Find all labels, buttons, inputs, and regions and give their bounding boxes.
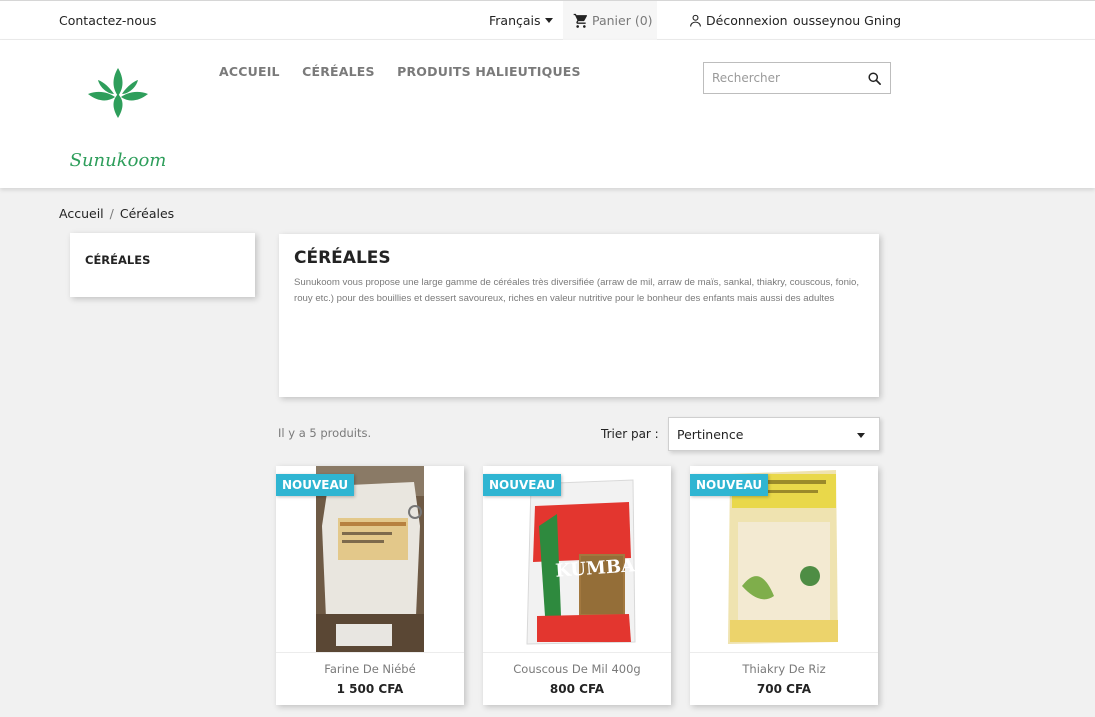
product-name[interactable]: Farine De Niébé	[276, 662, 464, 676]
new-badge: NOUVEAU	[276, 474, 355, 496]
breadcrumb-home[interactable]: Accueil	[59, 206, 104, 221]
sort-label: Trier par :	[601, 427, 659, 441]
language-label: Français	[489, 13, 541, 28]
sidebar-category-title[interactable]: CÉRÉALES	[85, 253, 150, 267]
top-bar: Contactez-nous Français Panier (0) Décon…	[0, 0, 1095, 40]
product-card[interactable]: KUMBA NOUVEAU Couscous De Mil 400g 800 C…	[483, 466, 671, 705]
card-divider	[690, 652, 878, 653]
category-description-block: CÉRÉALES Sunukoom vous propose une large…	[279, 234, 879, 397]
product-name[interactable]: Couscous De Mil 400g	[483, 662, 671, 676]
user-icon	[690, 14, 701, 27]
product-card[interactable]: NOUVEAU Thiakry De Riz 700 CFA	[690, 466, 878, 705]
search-input[interactable]	[712, 64, 862, 92]
chevron-down-icon	[857, 433, 865, 438]
category-description: Sunukoom vous propose une large gamme de…	[294, 277, 860, 304]
logo-text: Sunukoom	[70, 150, 167, 171]
breadcrumb-separator: /	[109, 206, 114, 221]
product-count: Il y a 5 produits.	[278, 426, 372, 440]
cart-icon	[573, 13, 587, 28]
breadcrumb: Accueil / Céréales	[59, 206, 174, 221]
product-price: 800 CFA	[549, 682, 605, 696]
product-price: 700 CFA	[756, 682, 812, 696]
new-badge: NOUVEAU	[690, 474, 769, 496]
sort-value: Pertinence	[677, 427, 744, 442]
chevron-down-icon	[544, 18, 553, 23]
main-menu: ACCUEIL CÉRÉALES PRODUITS HALIEUTIQUES	[219, 64, 599, 79]
cart-button[interactable]: Panier (0)	[563, 1, 657, 40]
card-divider	[276, 652, 464, 653]
new-badge: NOUVEAU	[483, 474, 562, 496]
sort-dropdown[interactable]: Pertinence	[668, 417, 880, 451]
breadcrumb-current[interactable]: Céréales	[120, 206, 174, 221]
card-divider	[483, 652, 671, 653]
language-selector[interactable]: Français	[489, 13, 553, 28]
search-box	[703, 62, 891, 94]
cart-label: Panier (0)	[592, 13, 653, 28]
logo-image: Sunukoom	[70, 68, 167, 171]
logout-link[interactable]: Déconnexion	[689, 13, 788, 28]
menu-item-accueil[interactable]: ACCUEIL	[219, 64, 280, 79]
sunukoom-logo[interactable]: Sunukoom	[68, 64, 168, 174]
page-title: CÉRÉALES	[294, 248, 391, 268]
menu-item-cereales[interactable]: CÉRÉALES	[302, 64, 375, 79]
product-name[interactable]: Thiakry De Riz	[690, 662, 878, 676]
product-card[interactable]: NOUVEAU Farine De Niébé 1 500 CFA	[276, 466, 464, 705]
account-link[interactable]: ousseynou Gning	[793, 13, 901, 28]
product-price: 1 500 CFA	[336, 682, 404, 696]
logout-label: Déconnexion	[706, 13, 788, 28]
contact-link[interactable]: Contactez-nous	[59, 13, 156, 28]
menu-item-produits-halieutiques[interactable]: PRODUITS HALIEUTIQUES	[397, 64, 581, 79]
category-sidebar: CÉRÉALES	[70, 233, 255, 297]
search-icon[interactable]	[867, 71, 882, 86]
site-header: Sunukoom ACCUEIL CÉRÉALES PRODUITS HALIE…	[0, 40, 1095, 188]
